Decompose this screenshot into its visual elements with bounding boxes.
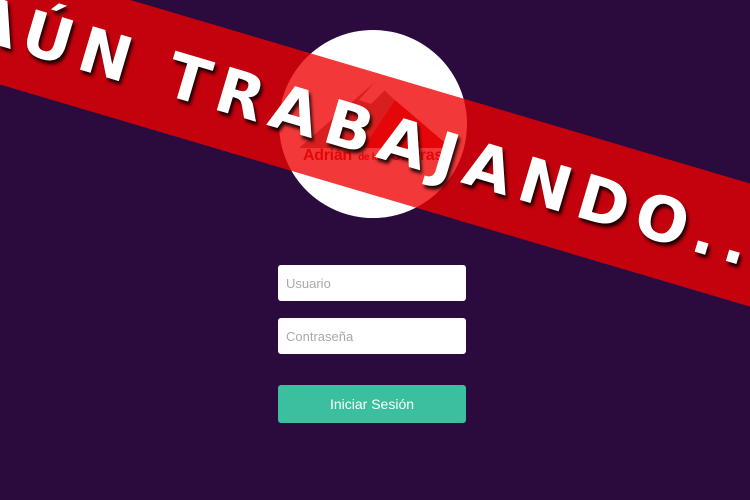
username-input[interactable] [278, 265, 466, 301]
login-page: Adrián de las Sierras Iniciar Sesión AÚN… [0, 0, 750, 500]
logo-wordmark: Adrián de las Sierras [279, 147, 467, 165]
logo-badge: Adrián de las Sierras [279, 30, 467, 218]
login-button[interactable]: Iniciar Sesión [278, 385, 466, 423]
logo-text-main: Adrián [303, 147, 352, 164]
logo-text-end: Sierras [390, 147, 443, 164]
logo-text-small: de las [358, 152, 385, 163]
password-input[interactable] [278, 318, 466, 354]
mountain-logo-icon [299, 82, 451, 148]
